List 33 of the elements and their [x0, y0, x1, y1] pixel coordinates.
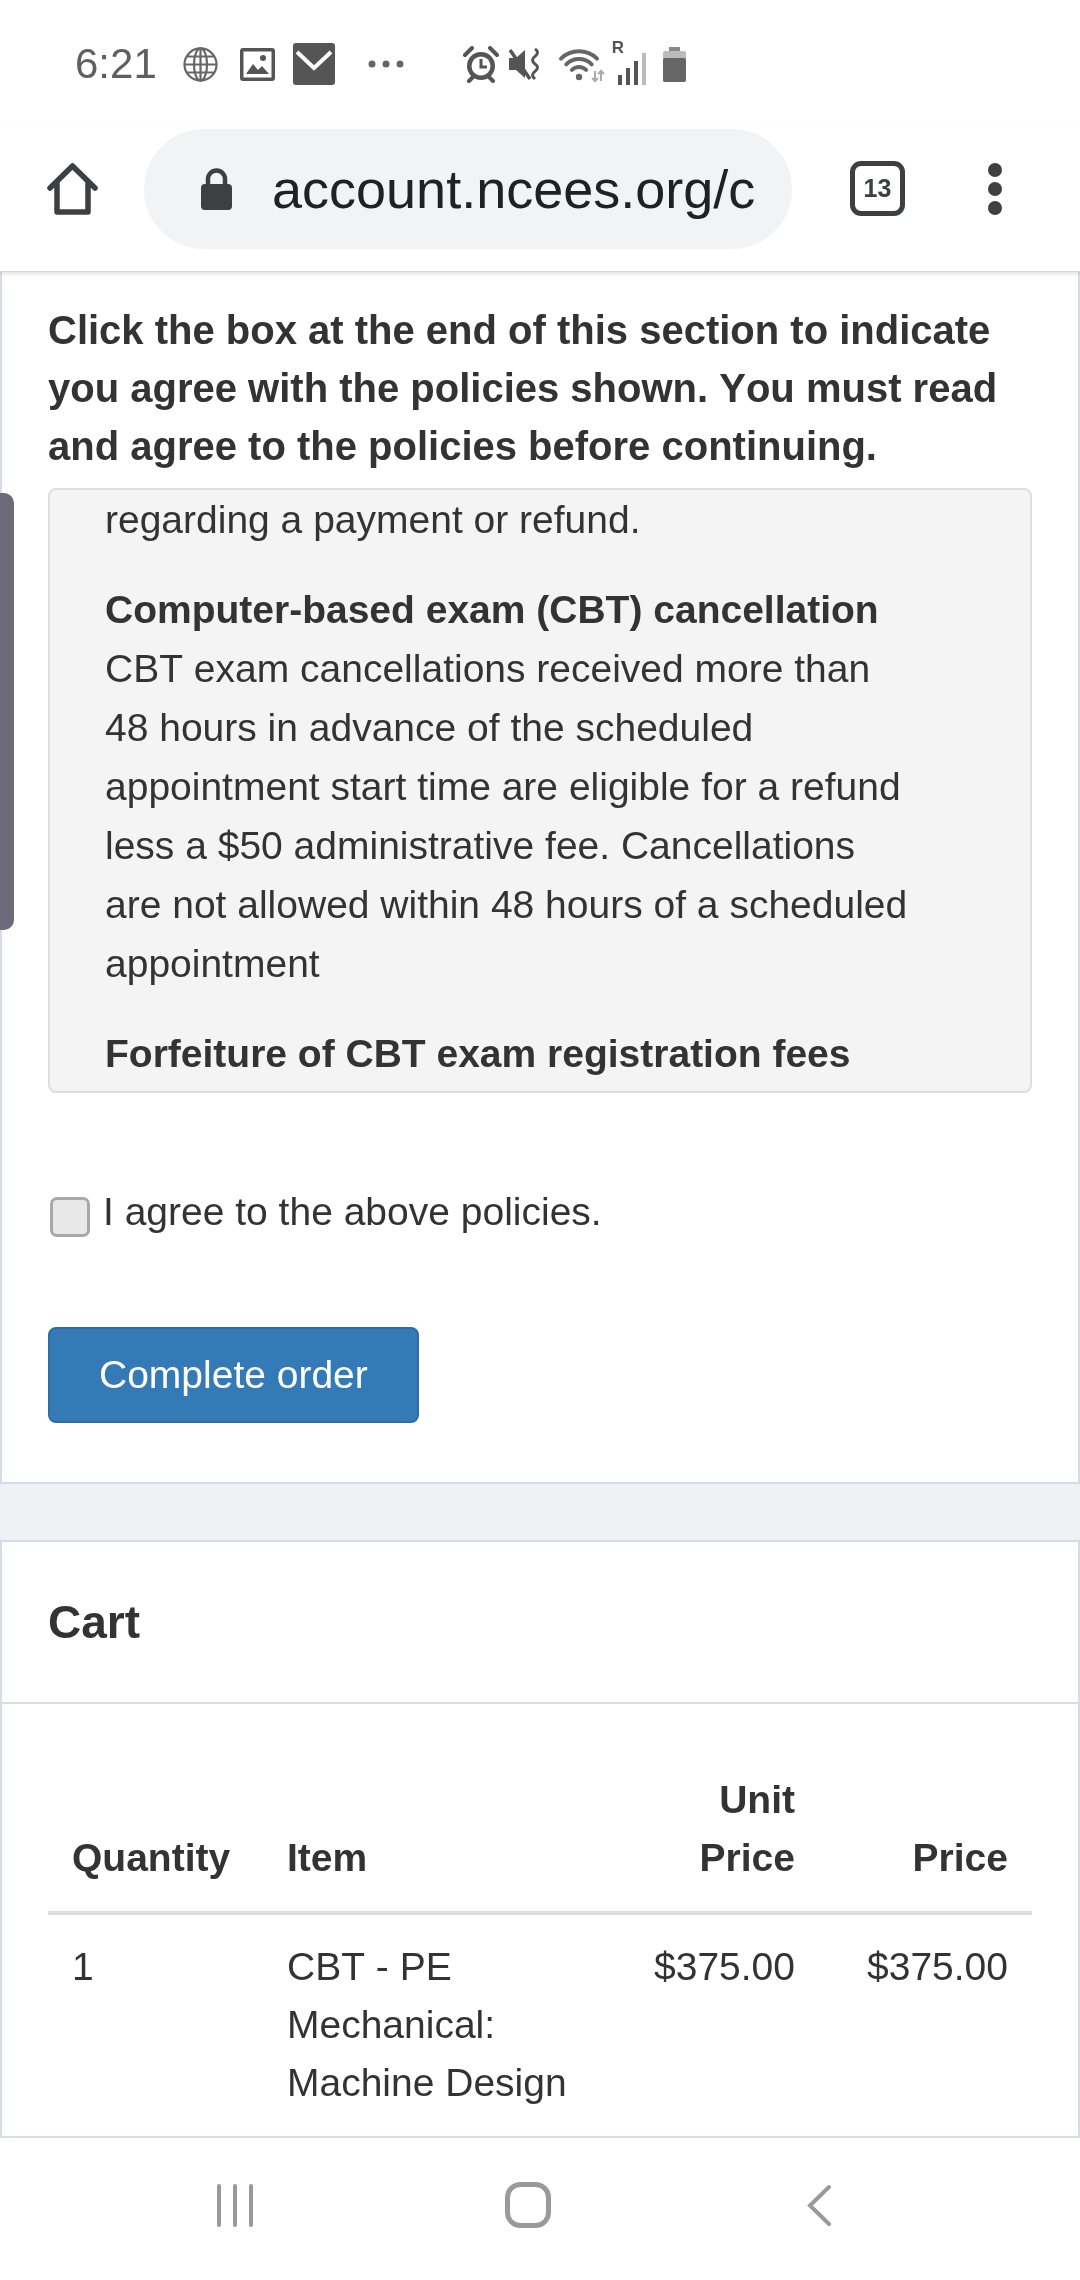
alarm-icon	[461, 45, 500, 83]
tab-switcher-button[interactable]: 13	[850, 161, 905, 216]
agree-checkbox[interactable]	[50, 1197, 90, 1237]
cart-title: Cart	[48, 1595, 141, 1649]
table-cell: $375.00	[819, 1913, 1032, 2136]
more-icon	[366, 59, 405, 69]
home-icon[interactable]	[45, 161, 100, 216]
status-time: 6:21	[75, 43, 157, 85]
table-cell: 1	[48, 1913, 263, 2136]
policy-heading: Forfeiture of CBT exam registration fees	[105, 1031, 852, 1077]
agree-label[interactable]: I agree to the above policies.	[103, 1183, 602, 1241]
edge-panel-handle[interactable]	[0, 493, 14, 930]
table-cell: $375.00	[621, 1913, 819, 2136]
battery-icon	[661, 46, 687, 82]
recents-icon[interactable]	[215, 2182, 255, 2228]
policy-instructions: Click the box at the end of this section to indicate you agree with the policies shown. You must read and agree to the policies before continuing.	[48, 307, 999, 470]
table-cell: CBT - PE Mechanical: Machine Design	[263, 1913, 621, 2136]
complete-order-button[interactable]: Complete order	[48, 1327, 419, 1423]
roaming-indicator: R	[611, 39, 625, 56]
back-icon[interactable]	[807, 2183, 832, 2227]
menu-icon[interactable]	[987, 161, 1003, 216]
globe-icon	[182, 46, 218, 82]
policy-heading: Computer-based exam (CBT) cancellation	[105, 587, 880, 633]
image-icon	[239, 47, 275, 81]
column-header: Quantity	[48, 1747, 263, 1913]
column-header: Item	[263, 1747, 621, 1913]
column-header: Unit Price	[621, 1747, 819, 1913]
address-bar[interactable]: account.ncees.org/c	[144, 128, 792, 249]
column-header: Price	[819, 1747, 1032, 1913]
lock-icon	[200, 167, 233, 210]
mail-icon	[292, 43, 335, 85]
policy-text: regarding a payment or refund.	[105, 497, 642, 543]
policy-text: CBT exam cancellations received more than 48 hours in advance of the scheduled appointment start time are eligible for a refund less a $50 administrative fee. Cancellations are not allowed within 48 hours of a scheduled appointment	[105, 646, 909, 987]
